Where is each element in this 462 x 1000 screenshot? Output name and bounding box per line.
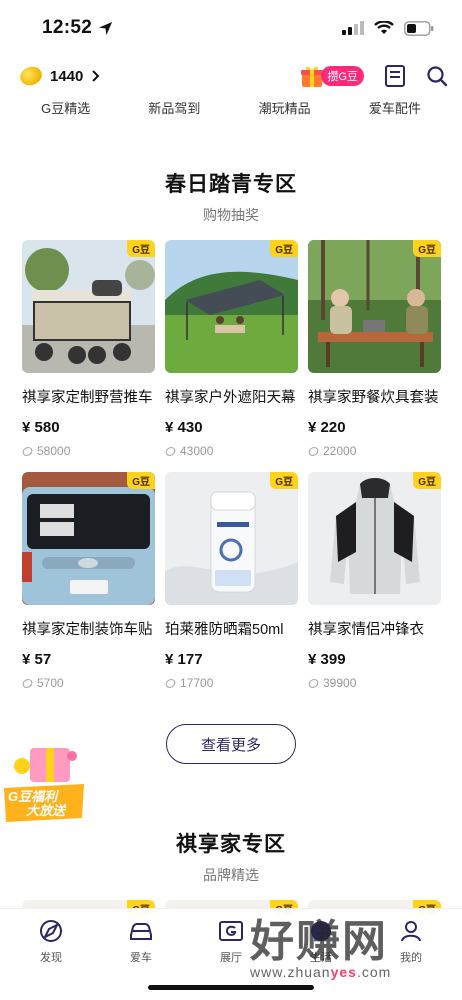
- product-card[interactable]: G豆 祺享家定制野营推车 ¥ 580 58000: [22, 240, 155, 458]
- chevron-right-icon: [92, 70, 100, 82]
- earn-badge: 攒G豆: [321, 66, 364, 86]
- battery-icon: [404, 20, 434, 36]
- search-icon[interactable]: [426, 65, 448, 87]
- nav-profile[interactable]: 我的: [371, 917, 451, 1000]
- bean-outline-icon: [308, 446, 319, 456]
- bean-outline-icon: [165, 446, 176, 456]
- bean-count: 1440: [50, 67, 84, 85]
- product-name: 祺享家定制野营推车: [22, 390, 153, 406]
- product-image-jacket: G豆: [308, 472, 441, 605]
- earn-beans-button[interactable]: 攒G豆: [299, 63, 364, 89]
- tab-trendy-items[interactable]: 潮玩精品: [259, 96, 311, 122]
- tab-car-accessories[interactable]: 爱车配件: [369, 96, 421, 122]
- product-name: 珀莱雅防晒霜50ml: [165, 622, 284, 638]
- location-arrow-icon: [99, 21, 113, 35]
- section-title-brand: 祺享家专区: [176, 833, 286, 856]
- section-subtitle-brand: 品牌精选: [203, 867, 259, 883]
- life-icon: [311, 921, 331, 941]
- see-more-button[interactable]: 查看更多: [166, 724, 296, 764]
- product-card[interactable]: G豆 祺享家户外遮阳天幕 ¥ 430 43000: [165, 240, 298, 458]
- g-bean-tag: G豆: [413, 472, 441, 489]
- car-icon: [130, 923, 152, 940]
- product-price: ¥ 399: [308, 651, 346, 668]
- home-indicator: [148, 985, 314, 990]
- bean-balance[interactable]: 1440: [17, 63, 101, 89]
- product-price: ¥ 220: [308, 419, 346, 436]
- product-card[interactable]: G豆 珀莱雅防晒霜50ml ¥ 177 17700: [165, 472, 298, 690]
- header-actions: 攒G豆: [299, 63, 448, 89]
- product-bean-price: 5700: [22, 676, 155, 690]
- section-subtitle-spring: 购物抽奖: [203, 207, 259, 223]
- g-bean-tag: G豆: [413, 240, 441, 257]
- g-bean-tag: G豆: [127, 240, 155, 257]
- product-bean-price: 22000: [308, 444, 441, 458]
- product-price: ¥ 580: [22, 419, 60, 436]
- g-bean-tag: G豆: [127, 472, 155, 489]
- bean-outline-icon: [165, 678, 176, 688]
- product-name: 祺享家户外遮阳天幕: [165, 390, 296, 406]
- product-bean-price: 17700: [165, 676, 298, 690]
- product-name: 祺享家定制装饰车贴: [22, 622, 153, 638]
- tab-new-arrivals[interactable]: 新品驾到: [148, 96, 200, 122]
- profile-icon: [401, 921, 421, 942]
- product-bean-price: 43000: [165, 444, 298, 458]
- product-name: 祺享家野餐炊具套装: [308, 390, 439, 406]
- section-title-spring: 春日踏青专区: [165, 173, 297, 196]
- product-image-picnic-cookware: G豆: [308, 240, 441, 373]
- product-image-canopy-tent: G豆: [165, 240, 298, 373]
- product-image-camping-cart: G豆: [22, 240, 155, 373]
- product-image-sunscreen: G豆: [165, 472, 298, 605]
- product-bean-price: 58000: [22, 444, 155, 458]
- status-time: 12:52: [42, 17, 113, 39]
- wifi-icon: [374, 21, 394, 34]
- nav-discover[interactable]: 发现: [11, 917, 91, 1000]
- product-price: ¥ 177: [165, 651, 203, 668]
- product-image-car-sticker: G豆: [22, 472, 155, 605]
- app-header: 1440 攒G豆: [0, 56, 462, 96]
- showroom-icon: [219, 921, 243, 941]
- bean-coin-icon: [17, 63, 45, 89]
- status-bar: 12:52: [0, 0, 462, 56]
- category-tabs: G豆精选 新品驾到 潮玩精品 爱车配件: [0, 96, 462, 122]
- bean-outline-icon: [22, 678, 33, 688]
- g-bean-tag: G豆: [270, 472, 298, 489]
- bean-outline-icon: [308, 678, 319, 688]
- orders-icon[interactable]: [384, 64, 406, 88]
- product-card[interactable]: G豆 祺享家野餐炊具套装 ¥ 220 22000: [308, 240, 441, 458]
- clock-text: 12:52: [42, 17, 93, 38]
- product-price: ¥ 57: [22, 651, 52, 668]
- promo-text: G豆福利 大放送: [8, 789, 66, 818]
- g-bean-promo-float[interactable]: G豆福利 大放送: [0, 738, 90, 828]
- g-bean-tag: G豆: [270, 240, 298, 257]
- status-icons: [342, 20, 434, 36]
- product-card[interactable]: G豆 祺享家情侣冲锋衣 ¥ 399 39900: [308, 472, 441, 690]
- signal-icon: [342, 21, 364, 35]
- product-price: ¥ 430: [165, 419, 203, 436]
- product-name: 祺享家情侣冲锋衣: [308, 622, 424, 638]
- tab-g-bean-picks[interactable]: G豆精选: [41, 96, 90, 122]
- bean-outline-icon: [22, 446, 33, 456]
- product-bean-price: 39900: [308, 676, 441, 690]
- discover-icon: [40, 920, 62, 942]
- product-card[interactable]: G豆 祺享家定制装饰车贴 ¥ 57 5700: [22, 472, 155, 690]
